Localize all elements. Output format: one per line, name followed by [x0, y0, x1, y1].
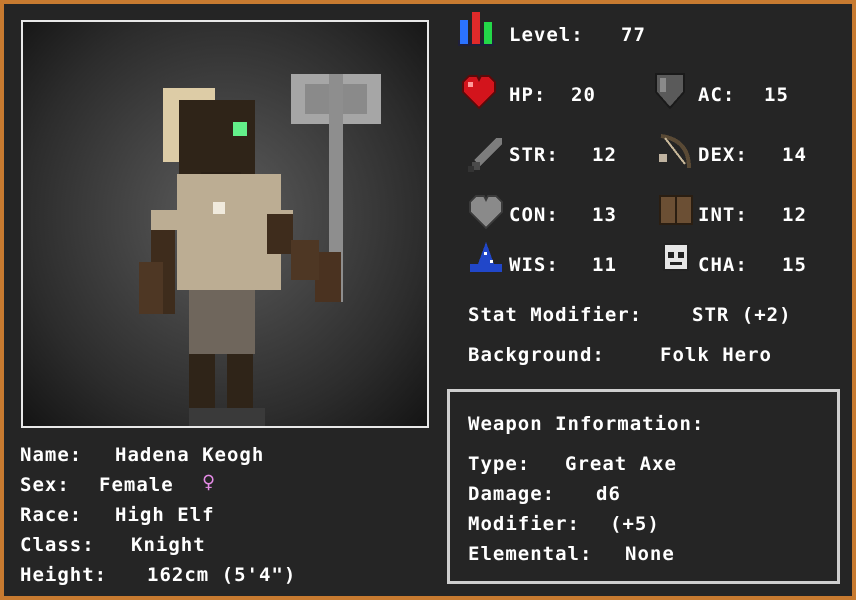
bow-icon [659, 134, 691, 169]
stat-int-label: INT: [698, 204, 748, 226]
weapon-type-label: Type: [468, 453, 531, 475]
stat-dex-label: DEX: [698, 144, 748, 166]
sword-icon [468, 138, 502, 172]
stat-modifier-label: Stat Modifier: [468, 304, 643, 326]
stat-ac-value: 15 [764, 84, 789, 106]
background-label: Background: [468, 344, 605, 366]
grey-heart-icon [469, 195, 503, 230]
weapon-type-value: Great Axe [565, 453, 677, 475]
weapon-info-panel: Weapon Information: Type: Great Axe Dama… [447, 389, 840, 584]
shield-icon [655, 73, 685, 110]
race-value: High Elf [115, 504, 215, 526]
character-sprite [139, 74, 381, 426]
stat-modifier-value: STR (+2) [692, 304, 792, 326]
weapon-modifier-label: Modifier: [468, 513, 580, 535]
sex-value: Female [99, 474, 174, 496]
wizard-hat-icon [470, 242, 502, 272]
weapon-damage-label: Damage: [468, 483, 556, 505]
stat-dex-value: 14 [782, 144, 807, 166]
stat-con-label: CON: [509, 204, 559, 226]
stat-cha-label: CHA: [698, 254, 748, 276]
stat-str-value: 12 [592, 144, 617, 166]
female-symbol-icon: ♀ [202, 470, 217, 495]
level-value: 77 [621, 24, 646, 46]
book-icon [659, 195, 693, 225]
mask-icon [663, 243, 689, 271]
class-label: Class: [20, 534, 95, 556]
character-card: Level: 77 HP: 20 AC: 15 STR: 12 DEX: 14 … [0, 0, 856, 600]
weapon-elemental-label: Elemental: [468, 543, 593, 565]
weapon-elemental-value: None [625, 543, 675, 565]
stat-wis-value: 11 [592, 254, 617, 276]
class-value: Knight [131, 534, 206, 556]
heart-icon [462, 75, 496, 110]
stat-cha-value: 15 [782, 254, 807, 276]
height-label: Height: [20, 564, 108, 586]
sex-label: Sex: [20, 474, 70, 496]
level-label: Level: [509, 24, 584, 46]
stat-hp-value: 20 [571, 84, 596, 106]
stat-ac-label: AC: [698, 84, 736, 106]
name-value: Hadena Keogh [115, 444, 265, 466]
height-value: 162cm (5'4") [147, 564, 297, 586]
stat-con-value: 13 [592, 204, 617, 226]
weapon-damage-value: d6 [596, 483, 621, 505]
character-portrait [21, 20, 429, 428]
level-bars-icon [458, 12, 494, 46]
weapon-modifier-value: (+5) [610, 513, 660, 535]
stat-hp-label: HP: [509, 84, 547, 106]
stat-int-value: 12 [782, 204, 807, 226]
background-value: Folk Hero [660, 344, 772, 366]
weapon-title: Weapon Information: [468, 413, 705, 435]
stat-wis-label: WIS: [509, 254, 559, 276]
stat-str-label: STR: [509, 144, 559, 166]
name-label: Name: [20, 444, 83, 466]
race-label: Race: [20, 504, 83, 526]
